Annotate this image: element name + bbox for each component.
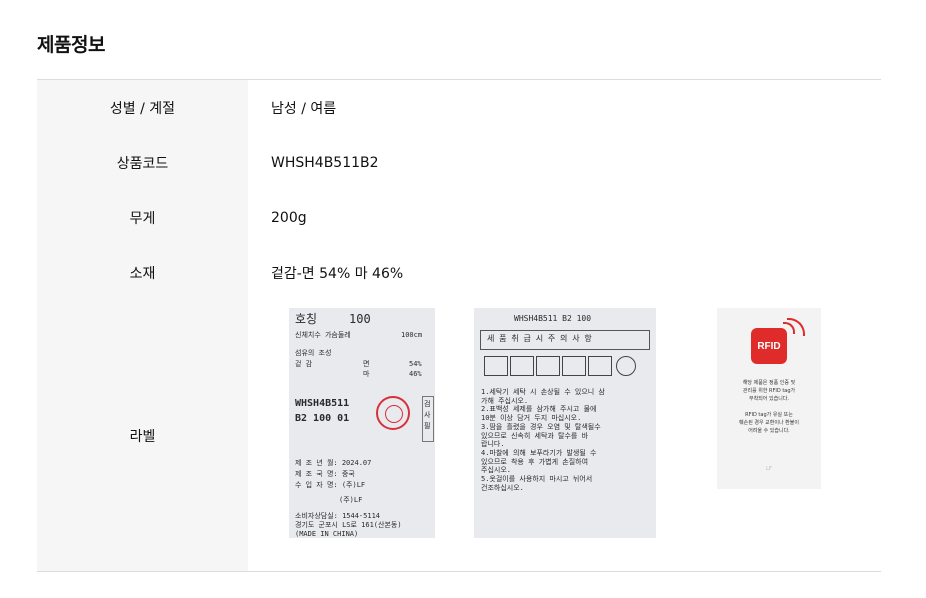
tag-text: 제 조 년 월: 2024.07: [295, 459, 372, 467]
signal-wave-icon: [787, 318, 805, 336]
tag-text: 겉 감: [295, 360, 313, 368]
care-heading-box: 세 품 취 급 시 주 의 사 항: [480, 330, 650, 350]
tag-text: WHSH4B511: [295, 398, 350, 409]
rfid-text: 관리를 위한 RFID tag가: [742, 388, 796, 394]
care-note: 건조하십시오.: [481, 483, 524, 492]
care-note: 5.옷걸이를 사용하지 마시고 뉘어서: [481, 475, 593, 484]
size-tag-image[interactable]: 호칭 100 신체치수 가슴둘레 100cm 섬유의 조성 겉 감 면 54% …: [289, 308, 435, 538]
rfid-icon: RFID: [751, 328, 787, 364]
tag-text: 소비자상담실: 1544-5114: [295, 512, 380, 520]
row-weight: 무게 200g: [37, 190, 881, 245]
row-label: 상품코드: [37, 135, 248, 190]
care-note: 3.땀을 흘렸을 경우 오염 및 탈색될수: [481, 422, 601, 431]
rfid-text: 해당 제품은 정품 인증 및: [742, 380, 796, 386]
tag-text: 섬유의 조성: [295, 349, 332, 357]
tag-text: 46%: [409, 370, 422, 378]
row-value: 200g: [271, 209, 307, 226]
row-gender-season: 성별 / 계절 남성 / 여름: [37, 80, 881, 135]
tag-text: 경기도 군포시 LS로 161(산본동): [295, 521, 402, 529]
row-value: 남성 / 여름: [271, 100, 337, 117]
tag-text: 호칭: [295, 312, 318, 326]
care-note: 있으므로 신속히 세탁과 탈수를 바: [481, 431, 589, 440]
no-tumble-dry-icon: [562, 356, 586, 376]
row-material: 소재 겉감-면 54% 마 46%: [37, 245, 881, 300]
tag-text: WHSH4B511 B2 100: [514, 314, 592, 323]
care-tag-image[interactable]: WHSH4B511 B2 100 세 품 취 급 시 주 의 사 항 1.세탁기: [474, 308, 656, 538]
rfid-text: 어려울 수 있습니다.: [748, 428, 790, 434]
care-note: 2.표백성 세제를 삼가해 주시고 물에: [481, 405, 597, 414]
tag-text: 제 조 국 명: 중국: [295, 470, 355, 478]
row-product-code: 상품코드 WHSH4B511B2: [37, 135, 881, 190]
tag-text: 100: [349, 312, 371, 326]
tag-text: B2 100 01: [295, 413, 350, 424]
tag-text: 면: [363, 360, 370, 368]
care-note: 10분 이상 담거 두지 마십시오.: [481, 414, 582, 423]
row-label: 라벨: [37, 300, 248, 571]
rfid-text: 부착되어 있습니다.: [749, 396, 789, 402]
section-title: 제품정보: [37, 34, 105, 56]
rfid-text: 훼손된 경우 교환이나 환불이: [739, 420, 799, 426]
tag-text: 수 입 자 명: (주)LF: [295, 481, 366, 489]
dry-icon: [588, 356, 612, 376]
tag-text: 검사필: [424, 400, 431, 431]
tag-text: 신체치수 가슴둘레: [295, 331, 351, 339]
tag-text: 세 품 취 급 시 주 의 사 항: [487, 334, 592, 343]
row-label: 소재: [37, 245, 248, 300]
care-note: 4.마찰에 의해 보푸라기가 발생될 수: [481, 448, 597, 457]
care-note: 1.세탁기 세탁 시 손상될 수 있으니 삼: [481, 388, 605, 396]
care-notes: 1.세탁기 세탁 시 손상될 수 있으니 삼 가해 주십시오. 2.표백성 세제…: [481, 388, 605, 492]
tag-text: (주)LF: [339, 496, 363, 504]
row-value: WHSH4B511B2: [271, 154, 379, 171]
inspection-seal-icon: [376, 396, 410, 430]
rfid-text: RFID tag가 유실 또는: [745, 412, 793, 418]
product-info-table: 성별 / 계절 남성 / 여름 상품코드 WHSH4B511B2 무게 200g…: [37, 79, 881, 572]
tag-text: 마: [363, 370, 370, 378]
tag-text: (MADE IN CHINA): [295, 530, 359, 538]
tag-text: 54%: [409, 360, 422, 368]
row-label: 성별 / 계절: [37, 80, 248, 135]
care-note: 주십시오.: [481, 466, 511, 475]
iron-icon: [536, 356, 560, 376]
care-note: 랍니다.: [481, 440, 505, 449]
row-label: 무게: [37, 190, 248, 245]
brand-logo: LF: [766, 466, 772, 472]
dry-clean-icon: [616, 356, 636, 376]
inspected-box: 검사필: [422, 396, 434, 442]
label-images: 호칭 100 신체치수 가슴둘레 100cm 섬유의 조성 겉 감 면 54% …: [248, 300, 881, 571]
rfid-tag-image[interactable]: RFID 해당 제품은 정품 인증 및 관리를 위한 RFID tag가 부착되…: [717, 308, 821, 489]
care-symbols: [480, 356, 650, 380]
tag-text: 100cm: [401, 331, 423, 339]
row-value: 겉감-면 54% 마 46%: [271, 265, 404, 282]
hand-wash-icon: [484, 356, 508, 376]
row-label-images: 라벨 호칭 100 신체치수 가슴둘레 100cm 섬유의 조성 겉 감 면 5…: [37, 300, 881, 571]
no-bleach-icon: [510, 356, 534, 376]
